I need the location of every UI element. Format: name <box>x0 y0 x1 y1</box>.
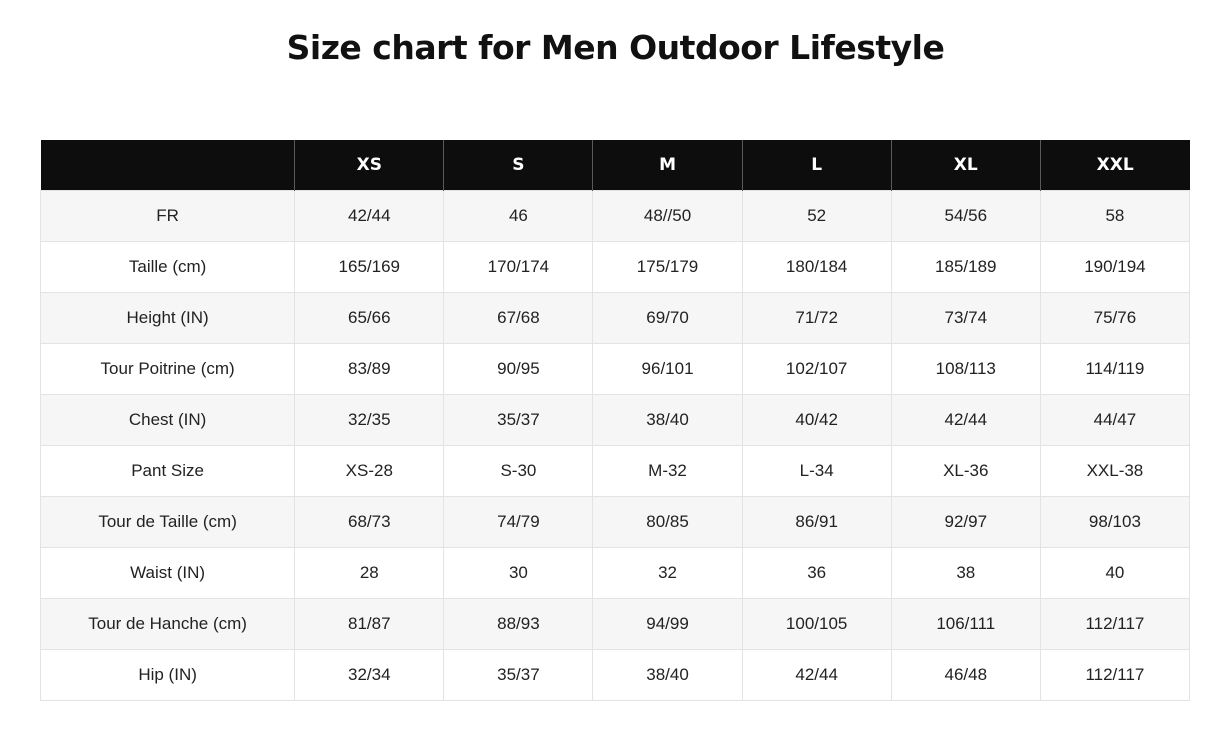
table-cell: 42/44 <box>890 394 1041 446</box>
table-cell: 54/56 <box>890 190 1041 242</box>
table-cell: 35/37 <box>443 649 594 701</box>
table-cell: 80/85 <box>592 496 743 548</box>
row-label: Tour de Hanche (cm) <box>39 598 296 650</box>
table-cell: S-30 <box>443 445 594 497</box>
table-cell: 38/40 <box>592 649 743 701</box>
table-cell: 30 <box>443 547 594 599</box>
table-cell: 73/74 <box>890 292 1041 344</box>
header-cell-m: M <box>592 140 743 191</box>
table-cell: 38/40 <box>592 394 743 446</box>
table-cell: 65/66 <box>294 292 445 344</box>
table-cell: 102/107 <box>741 343 892 395</box>
table-cell: 96/101 <box>592 343 743 395</box>
row-label: FR <box>39 190 296 242</box>
table-cell: 190/194 <box>1039 241 1191 293</box>
table-cell: 32 <box>592 547 743 599</box>
table-cell: 92/97 <box>890 496 1041 548</box>
table-cell: 165/169 <box>294 241 445 293</box>
table-row: Pant Size XS-28 S-30 M-32 L-34 XL-36 XXL-38 <box>39 445 1191 497</box>
table-cell: 38 <box>890 547 1041 599</box>
row-label: Tour Poitrine (cm) <box>39 343 296 395</box>
table-cell: 74/79 <box>443 496 594 548</box>
table-cell: 48//50 <box>592 190 743 242</box>
row-label: Waist (IN) <box>39 547 296 599</box>
table-row: Chest (IN) 32/35 35/37 38/40 40/42 42/44 44/47 <box>39 394 1191 446</box>
header-row: XS S M L XL XXL <box>40 140 1190 191</box>
row-label: Pant Size <box>39 445 296 497</box>
table-cell: 71/72 <box>741 292 892 344</box>
table-row: Tour de Taille (cm) 68/73 74/79 80/85 86/91 9… <box>39 496 1191 548</box>
table-cell: 42/44 <box>294 190 445 242</box>
table-cell: 69/70 <box>592 292 743 344</box>
header-cell-xs: XS <box>294 140 444 191</box>
table-cell: 185/189 <box>890 241 1041 293</box>
table-cell: 112/117 <box>1039 649 1191 701</box>
header-cell-s: S <box>443 140 593 191</box>
table-row: Hip (IN) 32/34 35/37 38/40 42/44 46/48 112/117 <box>39 649 1191 701</box>
table-cell: 32/35 <box>294 394 445 446</box>
table-cell: 114/119 <box>1039 343 1191 395</box>
table-cell: 175/179 <box>592 241 743 293</box>
table-row: Height (IN) 65/66 67/68 69/70 71/72 73/74 75/7… <box>39 292 1191 344</box>
table-cell: 86/91 <box>741 496 892 548</box>
table-cell: 94/99 <box>592 598 743 650</box>
row-label: Tour de Taille (cm) <box>39 496 296 548</box>
table-row: FR 42/44 46 48//50 52 54/56 58 <box>39 190 1191 242</box>
table-cell: 170/174 <box>443 241 594 293</box>
table-cell: XS-28 <box>294 445 445 497</box>
table-cell: 28 <box>294 547 445 599</box>
table-cell: 42/44 <box>741 649 892 701</box>
table-cell: 81/87 <box>294 598 445 650</box>
header-cell-xl: XL <box>890 140 1041 191</box>
page-title: Size chart for Men Outdoor Lifestyle <box>286 28 945 67</box>
table-row: Taille (cm) 165/169 170/174 175/179 180/184 1… <box>39 241 1191 293</box>
table-cell: 68/73 <box>294 496 445 548</box>
table-cell: 90/95 <box>443 343 594 395</box>
header-cell-xxl: XXL <box>1039 140 1190 191</box>
table-cell: 46 <box>443 190 594 242</box>
table-cell: 58 <box>1039 190 1191 242</box>
table-cell: 106/111 <box>890 598 1041 650</box>
table-cell: 67/68 <box>443 292 594 344</box>
table-cell: 32/34 <box>294 649 445 701</box>
row-label: Height (IN) <box>39 292 296 344</box>
size-chart-table: XS S M L XL XXL FR 42/44 46 48//50 52 54/56 58… <box>39 140 1191 701</box>
table-cell: 35/37 <box>443 394 594 446</box>
table-cell: XL-36 <box>890 445 1041 497</box>
table-cell: 98/103 <box>1039 496 1191 548</box>
table-cell: 36 <box>741 547 892 599</box>
table-row: Waist (IN) 28 30 32 36 38 40 <box>39 547 1191 599</box>
table-cell: 46/48 <box>890 649 1041 701</box>
table-cell: 83/89 <box>294 343 445 395</box>
header-cell-l: L <box>741 140 892 191</box>
header-cell-empty <box>40 140 295 191</box>
table-cell: 112/117 <box>1039 598 1191 650</box>
table-cell: 100/105 <box>741 598 892 650</box>
table-row: Tour de Hanche (cm) 81/87 88/93 94/99 100/10… <box>39 598 1191 650</box>
table-body: FR 42/44 46 48//50 52 54/56 58 Taille (cm) 165/1… <box>39 190 1191 701</box>
table-cell: 52 <box>741 190 892 242</box>
table-cell: 180/184 <box>741 241 892 293</box>
table-cell: 88/93 <box>443 598 594 650</box>
table-cell: 44/47 <box>1039 394 1191 446</box>
table-cell: M-32 <box>592 445 743 497</box>
table-cell: XXL-38 <box>1039 445 1191 497</box>
table-cell: 108/113 <box>890 343 1041 395</box>
table-cell: 40/42 <box>741 394 892 446</box>
row-label: Hip (IN) <box>39 649 296 701</box>
table-cell: 40 <box>1039 547 1191 599</box>
row-label: Chest (IN) <box>39 394 296 446</box>
row-label: Taille (cm) <box>39 241 296 293</box>
table-row: Tour Poitrine (cm) 83/89 90/95 96/101 102/10… <box>39 343 1191 395</box>
table-cell: 75/76 <box>1039 292 1191 344</box>
table-cell: L-34 <box>741 445 892 497</box>
